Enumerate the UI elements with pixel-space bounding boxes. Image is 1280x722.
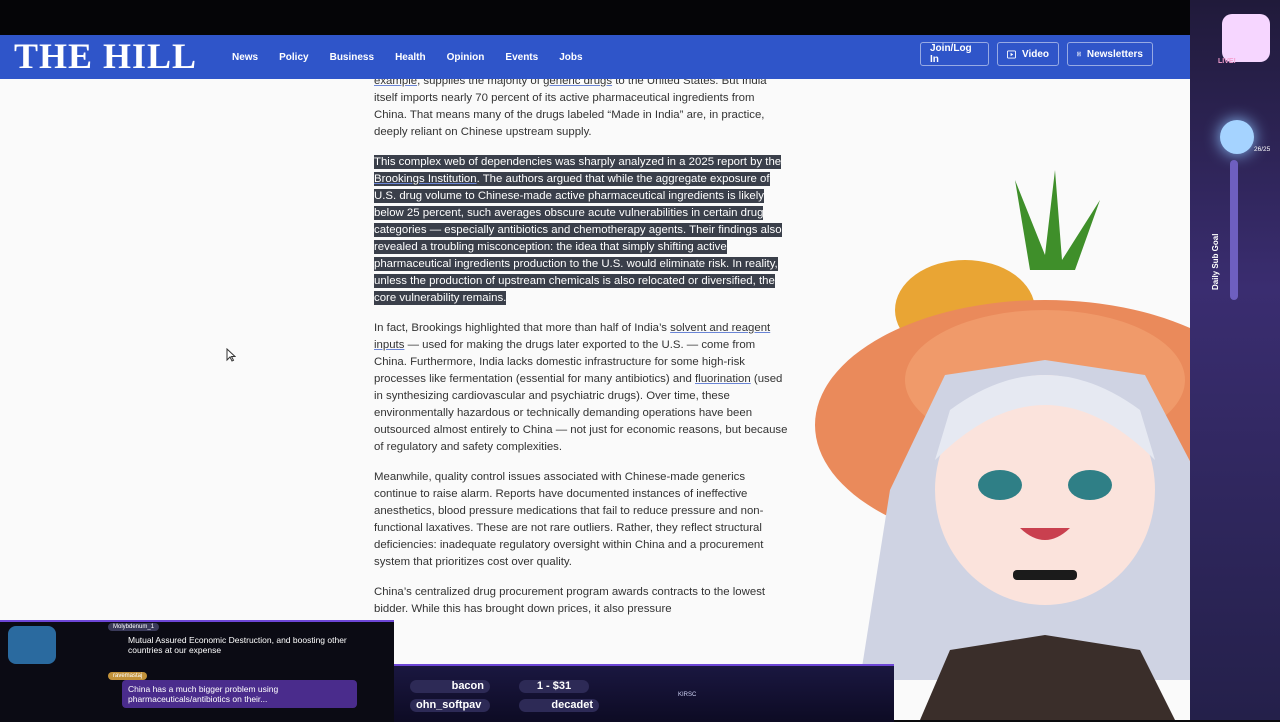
text-span: , supplies the majority of: [417, 79, 544, 87]
video-button[interactable]: Video: [997, 42, 1059, 66]
paragraph-1: example, supplies the majority of generi…: [374, 79, 790, 141]
nav-opinion[interactable]: Opinion: [447, 52, 485, 63]
nav-news[interactable]: News: [232, 52, 258, 63]
nav-policy[interactable]: Policy: [279, 52, 308, 63]
stream-top-bar: [0, 0, 1280, 35]
nav-business[interactable]: Business: [330, 52, 374, 63]
site-logo[interactable]: THE HILL: [14, 37, 197, 75]
live-label: LIVE!: [1218, 58, 1236, 65]
site-header: THE HILL News Policy Business Health Opi…: [0, 35, 1190, 79]
text-span: (used in synthesizing cardiovascular and…: [374, 373, 788, 453]
sub-goal-count: 26/25: [1254, 146, 1271, 153]
chat-username: ravemastaj: [108, 672, 148, 680]
link-example[interactable]: example: [374, 79, 417, 87]
ticker-item: decadet: [519, 699, 599, 712]
video-label: Video: [1021, 48, 1049, 60]
chat-message: Mutual Assured Economic Destruction, and…: [128, 635, 347, 655]
paragraph-3: In fact, Brookings highlighted that more…: [374, 320, 790, 456]
video-icon: [1007, 49, 1016, 59]
stream-overlay-sidebar: LIVE! 26/25: [1190, 0, 1280, 720]
paragraph-2-highlighted: This complex web of dependencies was sha…: [374, 154, 790, 307]
crystal-orb-icon: [1220, 120, 1254, 154]
ticker-item: bacon: [410, 680, 490, 693]
daily-sub-goal-label: Daily Sub Goal: [1211, 233, 1220, 290]
nav-events[interactable]: Events: [505, 52, 538, 63]
paragraph-5: China’s centralized drug procurement pro…: [374, 586, 766, 615]
text-span: to the United States. But India itself i…: [374, 79, 767, 138]
main-nav: News Policy Business Health Opinion Even…: [232, 35, 604, 79]
newsletters-button[interactable]: Newsletters: [1067, 42, 1153, 66]
highlighted-text: This complex web of dependencies was sha…: [374, 155, 782, 169]
ticker-item: KIRSC: [678, 692, 697, 698]
nav-health[interactable]: Health: [395, 52, 426, 63]
chat-overlay: Molybdenum_1 Mutual Assured Economic Des…: [0, 620, 394, 722]
paragraph-4: Meanwhile, quality control issues associ…: [374, 471, 764, 568]
link-fluorination[interactable]: fluorination: [695, 373, 751, 385]
ticker-item: 1 - $31: [519, 680, 589, 693]
link-brookings[interactable]: Brookings Institution: [374, 172, 477, 186]
chat-mascot-icon: [8, 626, 56, 664]
join-login-button[interactable]: Join/Log In: [920, 42, 989, 66]
chat-username: Molybdenum_1: [108, 623, 160, 631]
article-body: example, supplies the majority of generi…: [374, 79, 790, 631]
newsletters-label: Newsletters: [1086, 48, 1143, 60]
highlighted-text: . The authors argued that while the aggr…: [374, 172, 782, 305]
link-generic-drugs[interactable]: generic drugs: [543, 79, 612, 87]
newsletter-icon: [1077, 51, 1081, 57]
sub-goal-bar: [1230, 160, 1238, 300]
star-badge-icon: [1222, 14, 1270, 62]
ticker-item: ohn_softpav: [410, 699, 490, 712]
text-span: In fact, Brookings highlighted that more…: [374, 322, 671, 334]
chat-message: China has a much bigger problem using ph…: [128, 684, 279, 704]
event-ticker: bacon 1 - $31 ohn_softpav decadet KIRSC: [394, 664, 894, 722]
mouse-cursor-icon: [226, 348, 236, 362]
nav-jobs[interactable]: Jobs: [559, 52, 582, 63]
join-login-label: Join/Log In: [930, 43, 972, 65]
